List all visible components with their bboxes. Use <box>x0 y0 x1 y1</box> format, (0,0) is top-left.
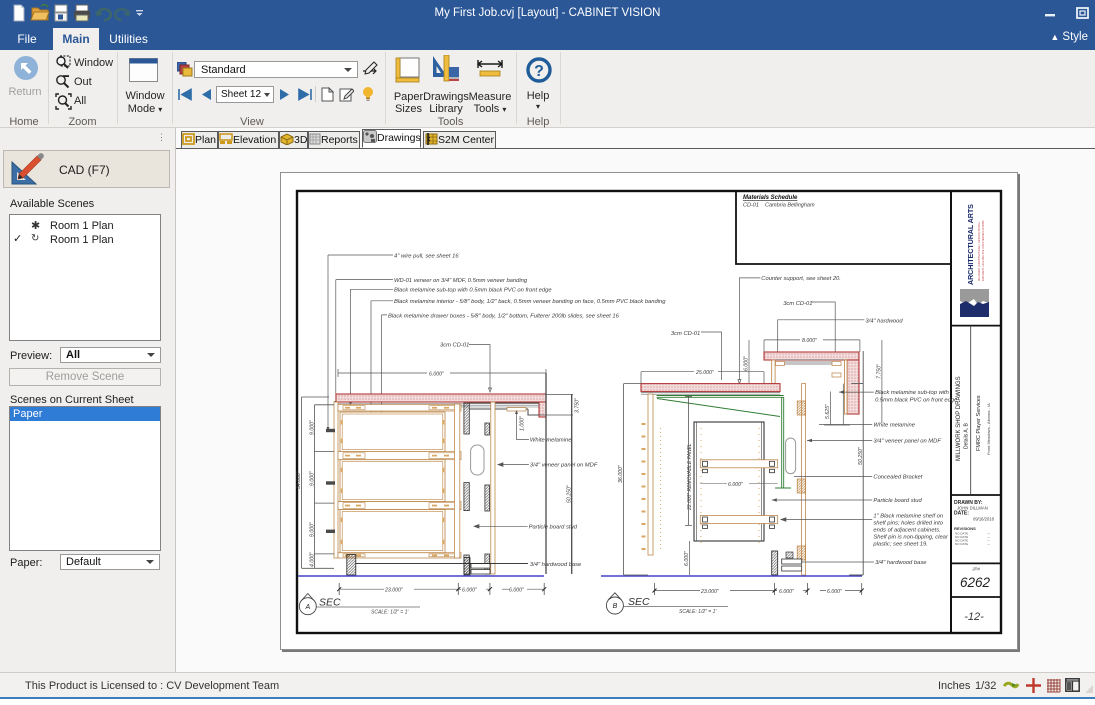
svg-text:09/16/2018: 09/16/2018 <box>973 517 995 522</box>
svg-text:Black melamine sub-top with 0.: Black melamine sub-top with 0.5mm black … <box>394 288 552 294</box>
svg-text:Front Meadows - Altoona - IA: Front Meadows - Altoona - IA <box>986 403 991 455</box>
svg-text:50.250″: 50.250″ <box>858 447 864 465</box>
svg-text:3cm CD-01: 3cm CD-01 <box>440 343 469 349</box>
svg-text:plastic; see sheet 19.: plastic; see sheet 19. <box>872 542 927 548</box>
svg-text:3/4" hardwood base: 3/4" hardwood base <box>530 562 582 568</box>
svg-text:ends of adjacent cabinets.: ends of adjacent cabinets. <box>873 528 940 534</box>
svg-text:Black melamine drawer boxes -: Black melamine drawer boxes - 5/8" body,… <box>388 313 620 319</box>
svg-text:Materials Schedule: Materials Schedule <box>743 195 798 201</box>
svg-text:-12-: -12- <box>964 611 984 623</box>
svg-text:3/4" veneer panel on MDF: 3/4" veneer panel on MDF <box>530 463 598 469</box>
svg-text:Shelf pin is non-tipping, clea: Shelf pin is non-tipping, clear <box>873 535 949 541</box>
svg-text:?: ? <box>534 63 544 80</box>
svg-text:Counter support, see sheet 20.: Counter support, see sheet 20. <box>761 276 841 282</box>
svg-text:ARCHITECTURAL ARTS: ARCHITECTURAL ARTS <box>966 204 975 285</box>
svg-text:White melamine: White melamine <box>873 423 915 429</box>
svg-text:DATE:: DATE: <box>954 511 969 517</box>
svg-text:23.000″: 23.000″ <box>384 588 403 594</box>
svg-text:---: --- <box>987 542 990 546</box>
svg-text:9.000″: 9.000″ <box>310 420 316 435</box>
svg-text:Black melamine sub-top with: Black melamine sub-top with <box>875 390 949 396</box>
svg-text:CD-01 Cambria Bellingham: CD-01 Cambria Bellingham <box>743 203 815 209</box>
svg-text:7.750″: 7.750″ <box>877 364 883 379</box>
svg-text:3.750″: 3.750″ <box>575 398 581 413</box>
svg-text:WD-01 veneer on 3/4" MDF, 0.5m: WD-01 veneer on 3/4" MDF, 0.5mm veneer b… <box>394 278 528 284</box>
svg-text:8.000″: 8.000″ <box>802 338 817 344</box>
svg-text:JP#: JP# <box>971 567 980 572</box>
svg-text:0.5mm black PVC on front edge: 0.5mm black PVC on front edge <box>875 398 958 404</box>
svg-text:A: A <box>304 604 310 611</box>
svg-text:23.000″: 23.000″ <box>700 589 719 595</box>
svg-text:1.000″: 1.000″ <box>520 416 526 431</box>
svg-text:6.000″: 6.000″ <box>429 371 444 377</box>
svg-text:MILLWORK | ARCHITECTURAL | DES: MILLWORK | ARCHITECTURAL | DESIGN | INST… <box>978 221 981 281</box>
svg-text:25.000″: 25.000″ <box>695 370 714 376</box>
svg-text:36.000″: 36.000″ <box>618 465 624 483</box>
svg-text:6.000″: 6.000″ <box>462 588 477 594</box>
svg-text:Particle board stud: Particle board stud <box>873 498 922 504</box>
svg-text:Details A, B: Details A, B <box>964 422 970 449</box>
svg-text:shelf pins; holes drilled into: shelf pins; holes drilled into <box>873 521 943 527</box>
svg-text:6.000″: 6.000″ <box>744 356 750 371</box>
svg-text:4.000″: 4.000″ <box>310 552 316 567</box>
svg-text:Particle board stud: Particle board stud <box>529 524 578 530</box>
svg-text:5.625″: 5.625″ <box>825 404 831 419</box>
svg-text:Concealed Bracket: Concealed Bracket <box>873 475 922 481</box>
svg-text:6.000″: 6.000″ <box>728 482 743 488</box>
svg-text:3/4" hardwood: 3/4" hardwood <box>865 319 903 325</box>
svg-text:SCALE: 1/2″ = 1′: SCALE: 1/2″ = 1′ <box>371 610 409 616</box>
svg-text:SCALE: 1/2″ = 1′: SCALE: 1/2″ = 1′ <box>679 609 717 615</box>
svg-text:FMRC Player Services: FMRC Player Services <box>976 395 982 451</box>
svg-text:3/4" hardwood base: 3/4" hardwood base <box>875 560 927 566</box>
svg-text:NO DATE: NO DATE <box>955 542 968 546</box>
svg-text:3cm CD-01: 3cm CD-01 <box>671 331 700 337</box>
svg-text:MILLWORK SHOP DRAWINGS: MILLWORK SHOP DRAWINGS <box>956 376 962 461</box>
svg-text:9.000″: 9.000″ <box>310 522 316 537</box>
svg-text:1" Black melamine shelf on: 1" Black melamine shelf on <box>873 514 943 520</box>
svg-text:9.000″: 9.000″ <box>310 471 316 486</box>
svg-text:1234 WEST LAKE AVE STE 4 DES M: 1234 WEST LAKE AVE STE 4 DES MOINES IA 5… <box>982 220 985 281</box>
svg-text:6.000″: 6.000″ <box>509 588 524 594</box>
svg-text:REVISIONS: REVISIONS <box>954 526 976 531</box>
svg-text:3cm CD-01: 3cm CD-01 <box>783 301 812 307</box>
svg-text:6.000″: 6.000″ <box>827 589 842 595</box>
svg-text:Black melamine interior - 5/8": Black melamine interior - 5/8" body, 1/2… <box>394 299 666 305</box>
svg-text:4" wire pull, see sheet 16: 4" wire pull, see sheet 16 <box>394 254 459 260</box>
svg-text:3/4" veneer panel on MDF: 3/4" veneer panel on MDF <box>873 439 941 445</box>
svg-text:6262: 6262 <box>960 575 991 590</box>
svg-text:White melamine: White melamine <box>530 438 572 444</box>
svg-text:22.000″ REMOVABLE PANEL: 22.000″ REMOVABLE PANEL <box>687 443 693 511</box>
svg-text:50.250″: 50.250″ <box>567 485 573 503</box>
svg-text:34.000″: 34.000″ <box>296 471 302 489</box>
svg-text:6.000″: 6.000″ <box>684 551 690 566</box>
svg-text:B: B <box>613 603 618 610</box>
svg-text:6.000″: 6.000″ <box>779 589 794 595</box>
